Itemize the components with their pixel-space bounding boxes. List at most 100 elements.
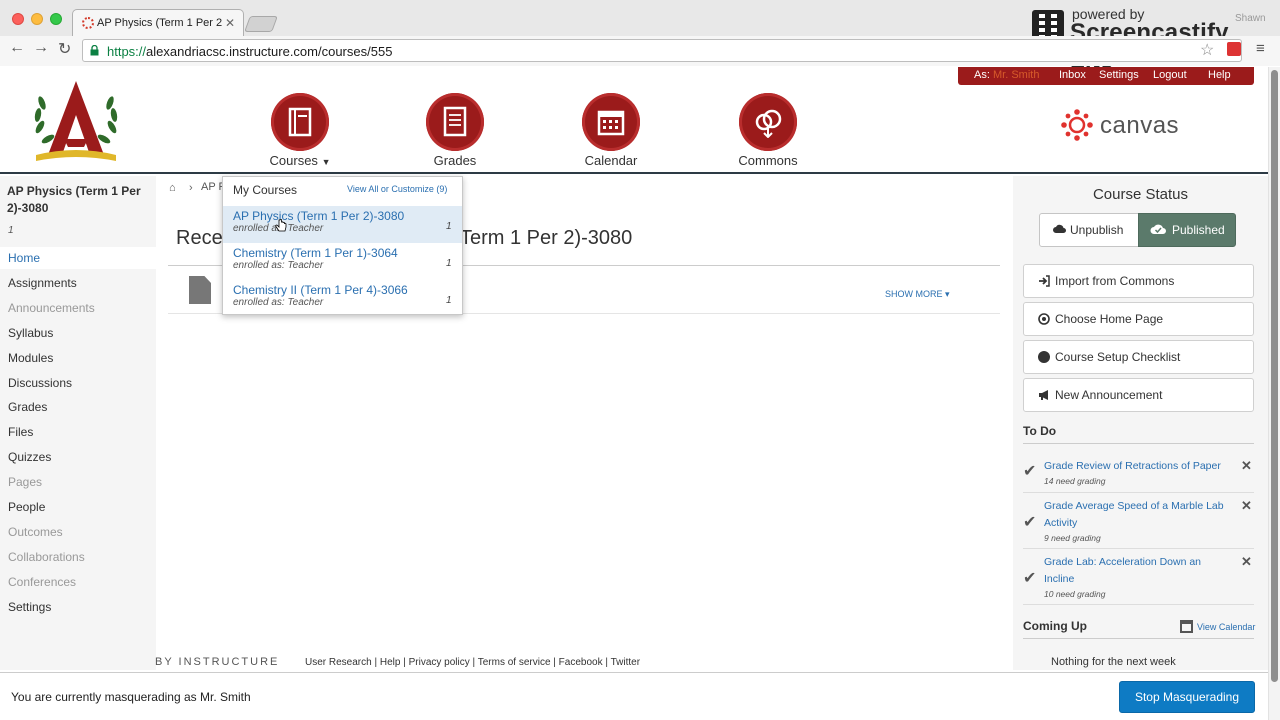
assignment-document-icon (189, 276, 211, 304)
url-text: https://alexandriacsc.instructure.com/co… (107, 44, 393, 59)
masquerade-as-label: As: (974, 69, 990, 81)
home-icon[interactable]: ⌂ (169, 182, 176, 194)
back-arrow-icon[interactable]: ← (9, 39, 25, 57)
import-from-commons-button[interactable]: Import from Commons (1023, 264, 1254, 298)
sidebar-item-conferences[interactable]: Conferences (8, 575, 76, 589)
tab-title: AP Physics (Term 1 Per 2)- (97, 17, 222, 29)
reload-icon[interactable]: ↻ (58, 39, 71, 59)
course-menu-item[interactable]: Chemistry II (Term 1 Per 4)-3066 enrolle… (223, 280, 462, 317)
course-title[interactable]: AP Physics (Term 1 Per 2)-3080 (7, 183, 153, 217)
calendar-icon (582, 93, 640, 151)
course-menu-item-term: 1 (446, 221, 452, 232)
tab-close-icon[interactable]: ✕ (225, 16, 235, 30)
settings-link[interactable]: Settings (1099, 69, 1139, 81)
nav-commons[interactable]: Commons (723, 93, 813, 168)
grading-check-icon: ✔ (1023, 570, 1037, 587)
sidebar-item-outcomes[interactable]: Outcomes (8, 525, 63, 539)
browser-menu-icon[interactable]: ≡ (1256, 40, 1265, 57)
sidebar-item-quizzes[interactable]: Quizzes (8, 450, 51, 464)
footer-link[interactable]: Help (380, 657, 401, 668)
help-link[interactable]: Help (1208, 69, 1231, 81)
footer-separator: | (550, 657, 559, 668)
choose-home-page-button[interactable]: Choose Home Page (1023, 302, 1254, 336)
grades-icon (426, 93, 484, 151)
footer-link[interactable]: Privacy policy (409, 657, 470, 668)
published-label: Published (1172, 223, 1225, 237)
course-menu-item-term: 1 (446, 295, 452, 306)
sidebar-item-assignments[interactable]: Assignments (8, 276, 77, 290)
courses-dropdown-menu: My Courses View All or Customize (9) AP … (222, 176, 463, 315)
footer-links: User Research | Help | Privacy policy | … (305, 657, 640, 668)
sidebar-item-files[interactable]: Files (8, 425, 33, 439)
course-menu-item[interactable]: Chemistry (Term 1 Per 1)-3064 enrolled a… (223, 243, 462, 280)
masquerade-bar: You are currently masquerading as Mr. Sm… (0, 672, 1268, 720)
chevron-down-icon: ▼ (321, 157, 331, 167)
browser-profile-name[interactable]: Shawn (1235, 13, 1266, 24)
dismiss-icon[interactable]: ✕ (1241, 458, 1252, 474)
sidebar-item-modules[interactable]: Modules (8, 351, 53, 365)
scrollbar-thumb[interactable] (1271, 70, 1278, 682)
footer-separator: | (400, 657, 409, 668)
todo-item-title[interactable]: Grade Lab: Acceleration Down an Incline (1044, 554, 1229, 588)
school-logo (34, 81, 118, 161)
my-courses-heading: My Courses (233, 183, 298, 197)
sidebar-item-grades[interactable]: Grades (8, 400, 47, 414)
forward-arrow-icon[interactable]: → (33, 39, 49, 57)
todo-item-count: 14 need grading (1044, 476, 1106, 486)
todo-item-count: 10 need grading (1044, 589, 1106, 599)
published-button[interactable]: Published (1138, 213, 1236, 247)
cloud-check-icon (1150, 224, 1166, 234)
import-from-commons-label: Import from Commons (1055, 274, 1175, 288)
view-all-courses-link[interactable]: View All or Customize (9) (347, 184, 447, 194)
cloud-icon (1053, 224, 1066, 233)
nav-calendar[interactable]: Calendar (566, 93, 656, 168)
course-setup-checklist-button[interactable]: Course Setup Checklist (1023, 340, 1254, 374)
new-tab-button[interactable] (244, 16, 278, 32)
window-close-button[interactable] (12, 13, 24, 25)
sidebar-item-pages[interactable]: Pages (8, 475, 42, 489)
sidebar-item-people[interactable]: People (8, 500, 45, 514)
todo-item-title[interactable]: Grade Average Speed of a Marble Lab Acti… (1044, 498, 1229, 532)
dismiss-icon[interactable]: ✕ (1241, 498, 1252, 514)
dismiss-icon[interactable]: ✕ (1241, 554, 1252, 570)
import-arrow-icon (1039, 275, 1050, 287)
unpublish-button[interactable]: Unpublish (1039, 213, 1139, 247)
nav-grades[interactable]: Grades (410, 93, 500, 168)
global-header: Courses ▼ Grades Calendar Commons As: Mr… (0, 67, 1268, 174)
inbox-link[interactable]: Inbox (1059, 69, 1086, 81)
hand-cursor-icon (275, 219, 287, 232)
window-minimize-button[interactable] (31, 13, 43, 25)
footer-link[interactable]: Twitter (611, 657, 640, 668)
sidebar-item-home[interactable]: Home (8, 251, 40, 265)
course-nav-sidebar: AP Physics (Term 1 Per 2)-3080 1 Home Ass… (0, 176, 156, 670)
sidebar-item-syllabus[interactable]: Syllabus (8, 326, 53, 340)
footer-brand: BY INSTRUCTURE (155, 656, 280, 668)
sidebar-item-collaborations[interactable]: Collaborations (8, 550, 85, 564)
window-maximize-button[interactable] (50, 13, 62, 25)
footer-link[interactable]: Terms of service (478, 657, 551, 668)
masquerade-user-link[interactable]: Mr. Smith (993, 69, 1039, 81)
browser-toolbar: ← → ↻ https://alexandriacsc.instructure.… (0, 36, 1280, 66)
todo-item-title[interactable]: Grade Review of Retractions of Paper (1044, 458, 1229, 475)
address-bar[interactable]: https://alexandriacsc.instructure.com/co… (82, 39, 1242, 62)
logout-link[interactable]: Logout (1153, 69, 1187, 81)
sidebar-item-announcements[interactable]: Announcements (8, 301, 95, 315)
footer-link[interactable]: User Research (305, 657, 372, 668)
nav-courses[interactable]: Courses ▼ (255, 93, 345, 168)
todo-heading: To Do (1023, 424, 1057, 438)
new-announcement-label: New Announcement (1055, 388, 1163, 402)
divider (1023, 443, 1254, 444)
canvas-favicon-icon (82, 17, 94, 29)
stop-masquerading-button[interactable]: Stop Masquerading (1119, 681, 1255, 713)
sidebar-item-settings[interactable]: Settings (8, 600, 51, 614)
sidebar-item-discussions[interactable]: Discussions (8, 376, 72, 390)
course-menu-item[interactable]: AP Physics (Term 1 Per 2)-3080 enrolled … (223, 206, 462, 243)
new-announcement-button[interactable]: New Announcement (1023, 378, 1254, 412)
footer-link[interactable]: Facebook (559, 657, 603, 668)
show-more-link[interactable]: SHOW MORE ▾ (885, 289, 950, 300)
screencastify-extension-icon[interactable] (1227, 42, 1241, 56)
page-scrollbar[interactable] (1268, 67, 1280, 720)
browser-tab[interactable]: AP Physics (Term 1 Per 2)- ✕ (72, 9, 244, 36)
bookmark-star-icon[interactable]: ☆ (1200, 40, 1214, 60)
view-calendar-link[interactable]: View Calendar (1197, 622, 1255, 632)
